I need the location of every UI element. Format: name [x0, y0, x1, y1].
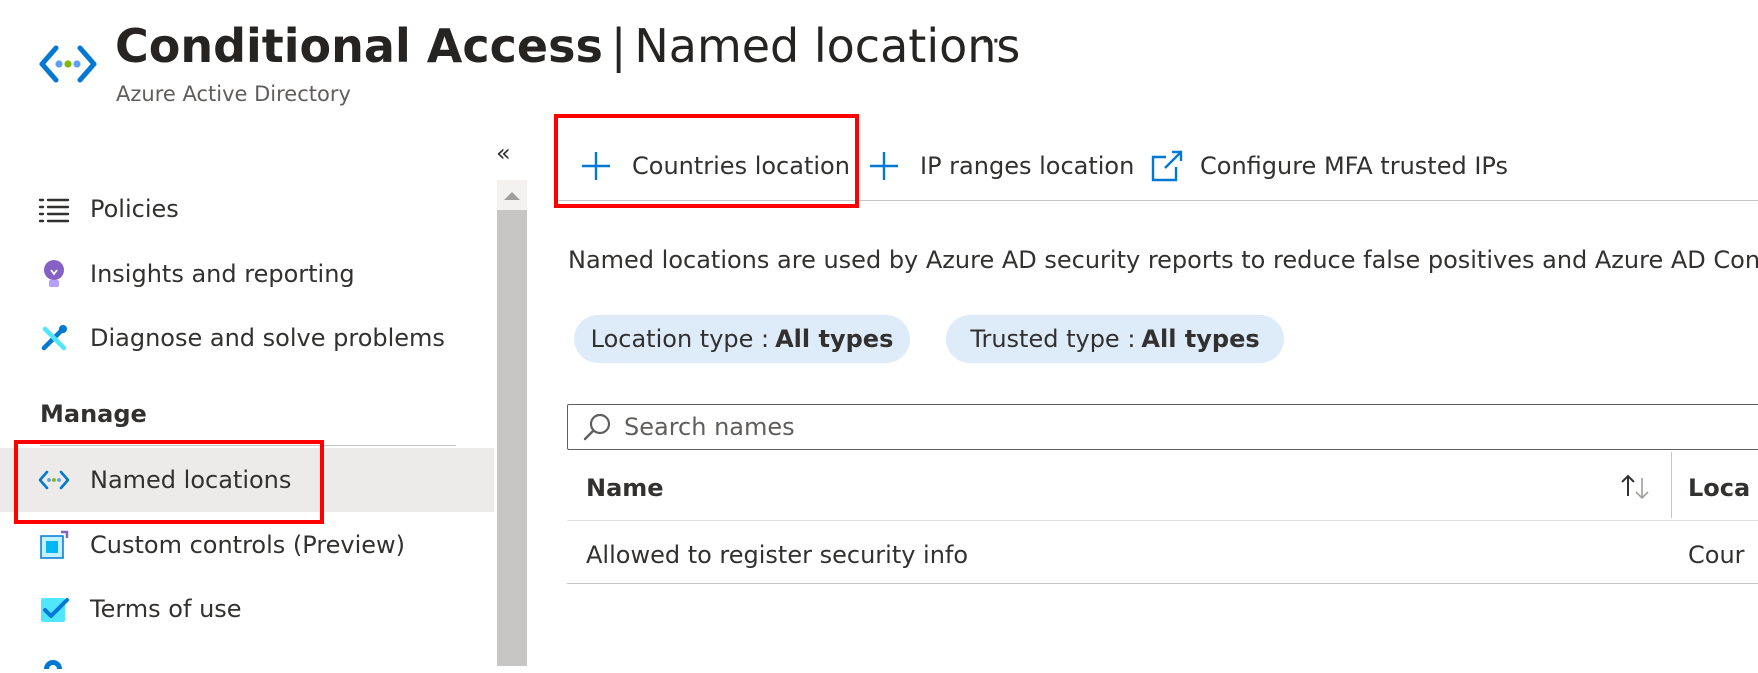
- sidebar-item-label: Named locations: [90, 466, 292, 494]
- named-locations-icon: [38, 42, 98, 86]
- table-cell-location-type: Cour: [1688, 541, 1745, 569]
- sidebar-item-policies[interactable]: Policies: [0, 178, 494, 240]
- gear-icon: [38, 654, 68, 673]
- sidebar-item-custom-controls[interactable]: Custom controls (Preview): [0, 514, 494, 576]
- sidebar-item-label: Insights and reporting: [90, 260, 355, 288]
- sidebar-item-insights[interactable]: Insights and reporting: [0, 243, 494, 305]
- sidebar-item-label: Custom controls (Preview): [90, 531, 406, 559]
- sidebar-item-named-locations[interactable]: Named locations: [0, 448, 494, 512]
- list-icon: [38, 193, 70, 225]
- toolbar-divider: [556, 200, 1758, 201]
- external-link-icon: [1150, 149, 1184, 183]
- column-divider[interactable]: [1671, 452, 1672, 518]
- scroll-up-arrow-icon[interactable]: [497, 180, 527, 210]
- configure-mfa-label: Configure MFA trusted IPs: [1200, 152, 1508, 180]
- countries-location-label: Countries location: [632, 152, 850, 180]
- sidebar-item-label: Terms of use: [90, 595, 242, 623]
- filter-label: Location type :: [590, 325, 770, 353]
- filter-value: All types: [775, 325, 894, 353]
- configure-mfa-trusted-ips-button[interactable]: Configure MFA trusted IPs: [1150, 138, 1508, 194]
- search-box[interactable]: [567, 404, 1758, 450]
- search-icon: [582, 412, 612, 442]
- filter-value: All types: [1141, 325, 1260, 353]
- sidebar-item-label: Diagnose and solve problems: [90, 324, 445, 352]
- page-title-main: Conditional Access: [115, 19, 603, 73]
- custom-controls-icon: [38, 529, 70, 561]
- plus-icon: [868, 150, 900, 182]
- terms-check-icon: [38, 593, 70, 625]
- named-locations-icon: [38, 464, 70, 496]
- plus-icon: [580, 150, 612, 182]
- table-row-divider: [567, 583, 1758, 584]
- page-title-section: Named locations: [634, 19, 1021, 73]
- search-input[interactable]: [622, 412, 1626, 442]
- column-header-location-type[interactable]: Loca: [1688, 456, 1750, 520]
- column-header-name[interactable]: Name: [586, 456, 664, 520]
- lightbulb-icon: [38, 258, 70, 290]
- page-title: Conditional Access | Named locations: [115, 16, 1020, 76]
- location-type-filter[interactable]: Location type : All types: [574, 315, 910, 363]
- wrench-icon: [38, 322, 70, 354]
- header-row-divider: [567, 520, 1758, 521]
- sidebar-item-diagnose[interactable]: Diagnose and solve problems: [0, 307, 494, 369]
- ip-ranges-location-label: IP ranges location: [920, 152, 1135, 180]
- sidebar-section-heading: Manage: [40, 400, 147, 428]
- table-cell-name[interactable]: Allowed to register security info: [586, 528, 968, 582]
- page-subtitle: Azure Active Directory: [116, 82, 351, 106]
- add-ip-ranges-location-button[interactable]: IP ranges location: [868, 138, 1134, 194]
- title-separator: |: [610, 19, 627, 73]
- sidebar-item-terms-of-use[interactable]: Terms of use: [0, 578, 494, 640]
- sort-arrows-icon[interactable]: [1618, 472, 1654, 506]
- filter-label: Trusted type :: [970, 325, 1136, 353]
- more-options-button[interactable]: ···: [970, 22, 1002, 62]
- section-divider: [40, 445, 456, 446]
- sidebar-item-label: Policies: [90, 195, 179, 223]
- add-countries-location-button[interactable]: Countries location: [580, 138, 850, 194]
- collapse-sidebar-button[interactable]: «: [496, 140, 511, 166]
- trusted-type-filter[interactable]: Trusted type : All types: [946, 315, 1284, 363]
- page-description: Named locations are used by Azure AD sec…: [568, 246, 1758, 274]
- sidebar-scroll-thumb[interactable]: [497, 210, 527, 666]
